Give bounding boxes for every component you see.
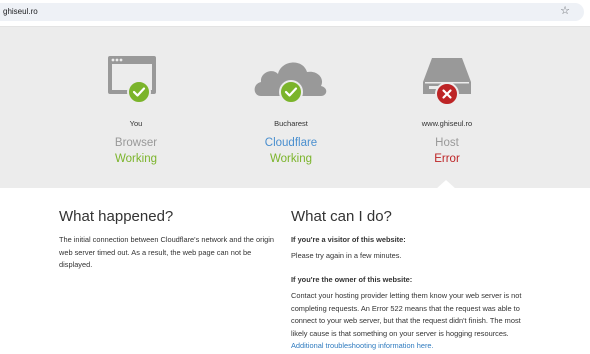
band-pointer: [436, 180, 456, 189]
cloudflare-status: Working: [270, 153, 312, 165]
owner-heading: If you're the owner of this website:: [291, 275, 413, 284]
cloud-icon: [254, 62, 327, 104]
url-text[interactable]: ghiseul.ro: [3, 5, 38, 19]
host-status: Error: [434, 153, 460, 165]
browser-location: You: [129, 119, 143, 128]
status-host: www.ghiseul.ro Host Error: [362, 52, 532, 166]
browser-role-label: Browser: [114, 137, 158, 149]
cloudflare-location: Bucharest: [274, 119, 308, 128]
browser-window-icon: [108, 56, 156, 104]
check-icon: [279, 80, 303, 104]
star-icon[interactable]: ☆: [558, 4, 572, 18]
visitor-body: Please try again in a few minutes.: [291, 251, 402, 260]
check-icon: [127, 80, 151, 104]
cloudflare-link[interactable]: Cloudflare: [206, 137, 376, 150]
host-role-label: Host: [435, 137, 459, 149]
troubleshooting-link[interactable]: Additional troubleshooting information h…: [291, 341, 434, 350]
status-cloudflare: Bucharest Cloudflare Working: [206, 52, 376, 166]
error-x-icon: [435, 82, 459, 106]
owner-body: Contact your hosting provider letting th…: [291, 291, 522, 338]
browser-status: Working: [115, 153, 157, 165]
status-browser: You Browser Working: [51, 52, 221, 166]
browser-toolbar: ghiseul.ro ☆: [0, 0, 590, 27]
what-happened-body: The initial connection between Cloudflar…: [59, 235, 275, 270]
host-location: www.ghiseul.ro: [421, 119, 473, 128]
visitor-heading: If you're a visitor of this website:: [291, 235, 406, 244]
server-icon: [423, 58, 471, 106]
what-can-i-do-title: What can I do?: [291, 208, 392, 225]
owner-body-block: Contact your hosting provider letting th…: [291, 290, 531, 353]
what-happened-title: What happened?: [59, 208, 174, 225]
address-bar[interactable]: ghiseul.ro ☆: [0, 3, 584, 21]
